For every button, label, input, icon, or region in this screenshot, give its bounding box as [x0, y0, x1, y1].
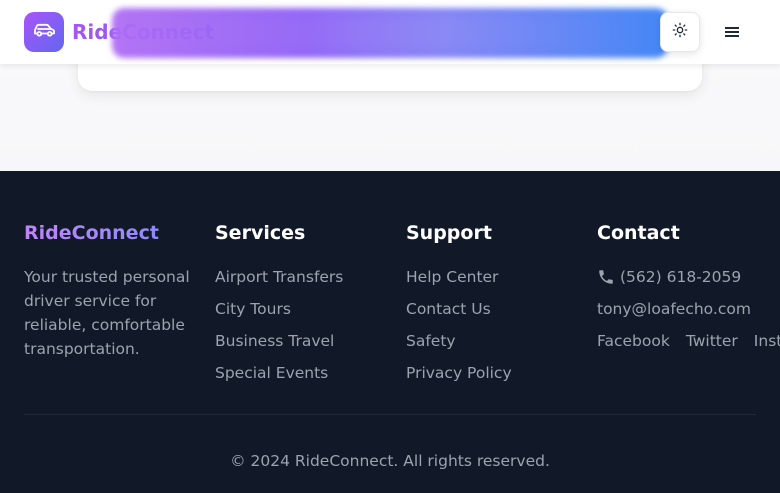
footer-brand-column: RideConnect Your trusted personal driver… — [24, 221, 194, 361]
footer-brand-description: Your trusted personal driver service for… — [24, 268, 190, 358]
footer-support-column: Support Help Center Contact Us Safety Pr… — [406, 221, 576, 393]
sun-icon — [672, 22, 688, 42]
social-link-instagram[interactable]: Instagram — [754, 329, 780, 353]
footer-link-safety[interactable]: Safety — [406, 329, 576, 353]
car-icon — [32, 18, 56, 46]
footer-divider — [24, 414, 756, 415]
footer-link-business-travel[interactable]: Business Travel — [215, 329, 385, 353]
footer-brand-title: RideConnect — [24, 221, 194, 245]
site-footer: RideConnect Your trusted personal driver… — [0, 171, 780, 493]
footer-support-title: Support — [406, 222, 492, 244]
logo-badge[interactable] — [24, 12, 64, 52]
footer-link-privacy-policy[interactable]: Privacy Policy — [406, 361, 576, 385]
nav-links-blurred — [112, 8, 668, 58]
social-links: Facebook Twitter Instagram — [597, 329, 780, 353]
phone-icon — [597, 268, 615, 286]
theme-toggle-button[interactable] — [660, 12, 700, 52]
contact-phone[interactable]: (562) 618-2059 — [597, 265, 780, 289]
copyright-text: © 2024 RideConnect. All rights reserved. — [230, 452, 550, 470]
footer-link-city-tours[interactable]: City Tours — [215, 297, 385, 321]
hamburger-menu-icon — [725, 23, 739, 42]
menu-button[interactable] — [712, 12, 752, 52]
footer-contact-column: Contact (562) 618-2059 tony@loafecho.com… — [597, 221, 780, 353]
social-link-facebook[interactable]: Facebook — [597, 329, 670, 353]
footer-link-special-events[interactable]: Special Events — [215, 361, 385, 385]
footer-services-title: Services — [215, 222, 306, 244]
navbar: RideConnect — [0, 0, 780, 64]
footer-link-help-center[interactable]: Help Center — [406, 265, 576, 289]
footer-link-airport-transfers[interactable]: Airport Transfers — [215, 265, 385, 289]
footer-services-column: Services Airport Transfers City Tours Bu… — [215, 221, 385, 393]
social-link-twitter[interactable]: Twitter — [686, 329, 738, 353]
contact-email[interactable]: tony@loafecho.com — [597, 297, 780, 321]
footer-contact-title: Contact — [597, 222, 680, 244]
contact-phone-number: (562) 618-2059 — [620, 268, 742, 286]
footer-link-contact-us[interactable]: Contact Us — [406, 297, 576, 321]
